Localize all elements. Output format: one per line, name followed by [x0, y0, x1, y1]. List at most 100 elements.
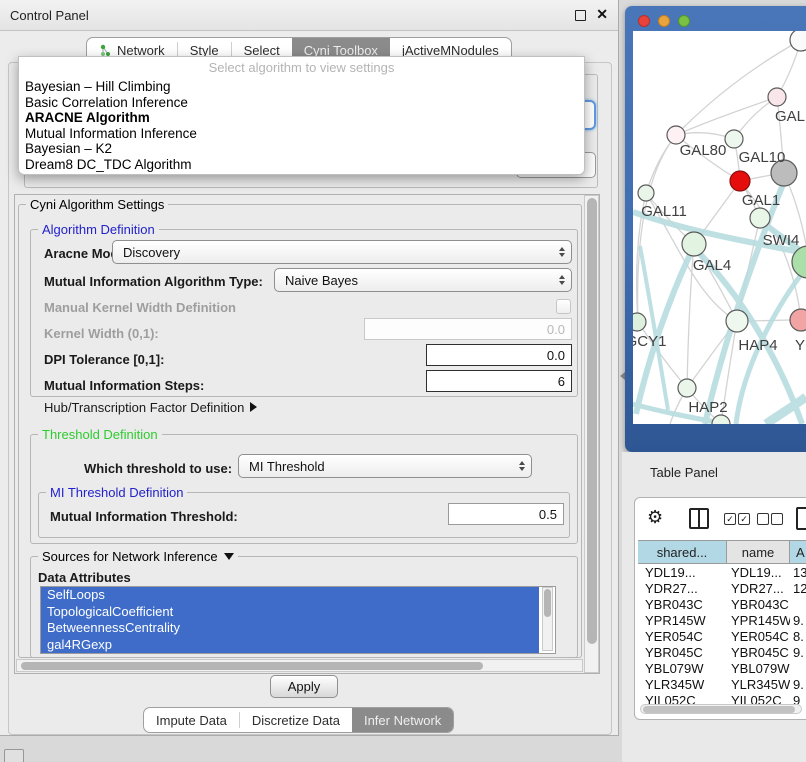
combo-spinner-icon — [559, 247, 565, 257]
tab-impute-data[interactable]: Impute Data — [144, 708, 239, 732]
gear-icon[interactable]: ⚙ — [647, 507, 663, 528]
mac-close-icon[interactable] — [638, 15, 650, 27]
kernel-width-field[interactable]: 0.0 — [364, 318, 572, 340]
settings-horizontal-scrollbar[interactable] — [16, 659, 583, 672]
node-label: GAL4 — [693, 257, 731, 274]
deselect-all-checkbox-icon[interactable] — [757, 513, 769, 525]
settings-vertical-scrollbar[interactable] — [584, 195, 599, 673]
list-item[interactable]: SelfLoops — [41, 587, 539, 604]
table-row[interactable]: YBR045CYBR045C9. — [638, 645, 806, 661]
node-label: HAP2 — [688, 399, 727, 416]
mac-minimize-icon[interactable] — [658, 15, 670, 27]
close-icon[interactable]: ✕ — [596, 6, 608, 23]
table-row[interactable]: YDR27...YDR27...12 — [638, 581, 806, 597]
popup-item[interactable]: Basic Correlation Inference — [19, 95, 584, 111]
hub-definition-label: Hub/Transcription Factor Definition — [44, 400, 244, 415]
cell: YDR27... — [638, 581, 727, 597]
popup-item[interactable]: Mutual Information Inference — [19, 126, 584, 142]
mac-zoom-icon[interactable] — [678, 15, 690, 27]
column-header-partial[interactable]: A — [790, 541, 806, 563]
control-panel-title: Control Panel — [10, 8, 89, 23]
node-label: GAL10 — [739, 149, 786, 166]
table-panel-title: Table Panel — [650, 465, 718, 480]
node-label: GAL — [775, 108, 805, 125]
cell: YLR345W — [638, 677, 727, 693]
cell: YDR27... — [727, 581, 790, 597]
mi-threshold-label: Mutual Information Threshold: — [50, 509, 238, 524]
mi-algorithm-type-combo[interactable]: Naive Bayes — [274, 268, 572, 292]
table-row[interactable]: YBR043CYBR043C — [638, 597, 806, 613]
tab-infer-network[interactable]: Infer Network — [352, 708, 453, 732]
float-panel-icon[interactable] — [575, 10, 586, 21]
cell: YPR145W — [727, 613, 790, 629]
chevron-right-icon — [250, 402, 257, 412]
table-row[interactable]: YER054CYER054C8. — [638, 629, 806, 645]
column-header-name[interactable]: name — [727, 541, 790, 563]
select-all-checkbox-icon[interactable]: ✓ — [738, 513, 750, 525]
manual-kernel-checkbox[interactable] — [556, 299, 571, 314]
tab-discretize-data[interactable]: Discretize Data — [240, 708, 352, 732]
dpi-tolerance-field[interactable]: 0.0 — [426, 344, 572, 366]
node-gcy1[interactable] — [633, 313, 646, 331]
node-gal1[interactable] — [730, 171, 750, 191]
node-hap2[interactable] — [678, 379, 696, 397]
table-row[interactable]: YPR145WYPR145W9. — [638, 613, 806, 629]
minimized-panel-icon[interactable] — [4, 749, 24, 762]
popup-item-selected[interactable]: ARACNE Algorithm — [19, 110, 584, 126]
kernel-width-label: Kernel Width (0,1): — [44, 326, 159, 341]
list-item[interactable]: BetweennessCentrality — [41, 620, 539, 637]
column-header-shared-name[interactable]: shared... — [638, 541, 727, 563]
deselect-all-checkbox-icon[interactable] — [771, 513, 783, 525]
select-all-checkbox-icon[interactable]: ✓ — [724, 513, 736, 525]
combo-value: Naive Bayes — [285, 273, 358, 288]
mi-threshold-field[interactable]: 0.5 — [448, 503, 564, 525]
mi-steps-field[interactable]: 6 — [426, 370, 572, 392]
horizontal-scrollbar-thumb[interactable] — [21, 662, 483, 670]
node[interactable] — [790, 31, 806, 51]
node-gal4[interactable] — [682, 232, 706, 256]
node-swi4[interactable] — [750, 208, 770, 228]
cell: 9. — [790, 677, 806, 693]
table-row[interactable]: YLR345WYLR345W9. — [638, 677, 806, 693]
desktop: Control Panel ✕ Network — [0, 0, 806, 762]
table-scrollbar-thumb[interactable] — [643, 706, 795, 713]
node[interactable] — [768, 88, 786, 106]
hub-definition-expander[interactable]: Hub/Transcription Factor Definition — [44, 400, 257, 415]
table-header-row: shared... name A — [638, 540, 806, 564]
list-scrollbar-thumb[interactable] — [544, 589, 551, 617]
table-row[interactable]: YBL079WYBL079W — [638, 661, 806, 677]
split-columns-icon[interactable] — [689, 508, 709, 529]
group-title: Algorithm Definition — [38, 222, 159, 237]
control-panel-window: Control Panel ✕ Network — [0, 0, 619, 736]
cell: 9. — [790, 613, 806, 629]
node-hap4[interactable] — [726, 310, 748, 332]
which-threshold-combo[interactable]: MI Threshold — [238, 454, 532, 478]
tab-label: Impute Data — [156, 713, 227, 728]
table-row[interactable]: YDL19...YDL19...13 — [638, 565, 806, 581]
cell: YBR045C — [638, 645, 727, 661]
popup-item[interactable]: Bayesian – Hill Climbing — [19, 79, 584, 95]
mi-type-label: Mutual Information Algorithm Type: — [44, 274, 263, 289]
node[interactable] — [712, 415, 730, 424]
popup-item[interactable]: Bayesian – K2 — [19, 141, 584, 157]
list-item[interactable]: TopologicalCoefficient — [41, 604, 539, 621]
popup-hint: Select algorithm to view settings — [19, 57, 584, 79]
network-canvas[interactable]: GAL GAL80 GAL10 GAL1 GAL11 SWI4 GAL4 GCY… — [633, 31, 806, 424]
node[interactable] — [790, 309, 806, 331]
list-scrollbar[interactable] — [542, 587, 553, 651]
sources-collapse-header[interactable]: Sources for Network Inference — [38, 549, 238, 564]
table-horizontal-scrollbar[interactable] — [640, 704, 802, 714]
vertical-scrollbar-thumb[interactable] — [587, 198, 597, 644]
sources-title: Sources for Network Inference — [42, 549, 218, 564]
node-label: Y — [795, 337, 805, 354]
combo-value: Discovery — [123, 245, 180, 260]
popup-item[interactable]: Dream8 DC_TDC Algorithm — [19, 157, 584, 173]
list-item[interactable]: gal4RGexp — [41, 637, 539, 654]
aracne-mode-combo[interactable]: Discovery — [112, 240, 572, 264]
cell: YBR045C — [727, 645, 790, 661]
node-gal10[interactable] — [725, 130, 743, 148]
node-gal11[interactable] — [638, 185, 654, 201]
apply-button[interactable]: Apply — [270, 675, 338, 698]
bottom-tabbar: Impute Data Discretize Data Infer Networ… — [143, 707, 454, 733]
copy-icon[interactable] — [796, 507, 806, 530]
